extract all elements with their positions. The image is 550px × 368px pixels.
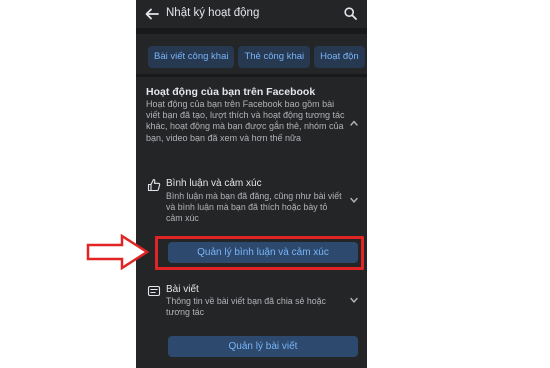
chip-public-tags[interactable]: Thẻ công khai	[238, 46, 311, 68]
chevron-up-icon[interactable]	[350, 120, 358, 126]
thumbs-up-icon	[147, 178, 161, 192]
manage-posts-button[interactable]: Quản lý bài viết	[168, 336, 358, 357]
divider	[136, 28, 367, 34]
page-title: Nhật ký hoạt động	[166, 7, 260, 19]
header-bar: Nhật ký hoạt động	[136, 0, 367, 28]
chevron-down-icon[interactable]	[350, 197, 358, 203]
filter-chips: Bài viết công khai Thẻ công khai Hoạt độn	[148, 46, 367, 70]
post-icon	[147, 285, 161, 297]
highlight-box	[155, 236, 364, 270]
item-description-posts: Thông tin về bài viết bạn đã chia sẻ hoặ…	[166, 296, 326, 318]
divider	[136, 74, 367, 77]
item-title-posts: Bài viết	[166, 284, 199, 295]
item-title-comments: Bình luận và cảm xúc	[166, 178, 262, 189]
chip-activity[interactable]: Hoạt độn	[314, 46, 365, 68]
section-title: Hoạt động của bạn trên Facebook	[146, 86, 316, 98]
chip-public-posts[interactable]: Bài viết công khai	[148, 46, 235, 68]
right-arrow-icon	[86, 234, 150, 270]
chevron-down-icon[interactable]	[350, 297, 358, 303]
section-description: Hoạt động của bạn trên Facebook bao gồm …	[146, 99, 345, 143]
item-description-comments: Bình luận mà bạn đã đăng, cũng như bài v…	[166, 191, 342, 224]
back-arrow-icon[interactable]	[145, 7, 159, 21]
search-icon[interactable]	[344, 7, 357, 20]
phone-screen: Nhật ký hoạt động Bài viết công khai Thẻ …	[136, 0, 367, 368]
